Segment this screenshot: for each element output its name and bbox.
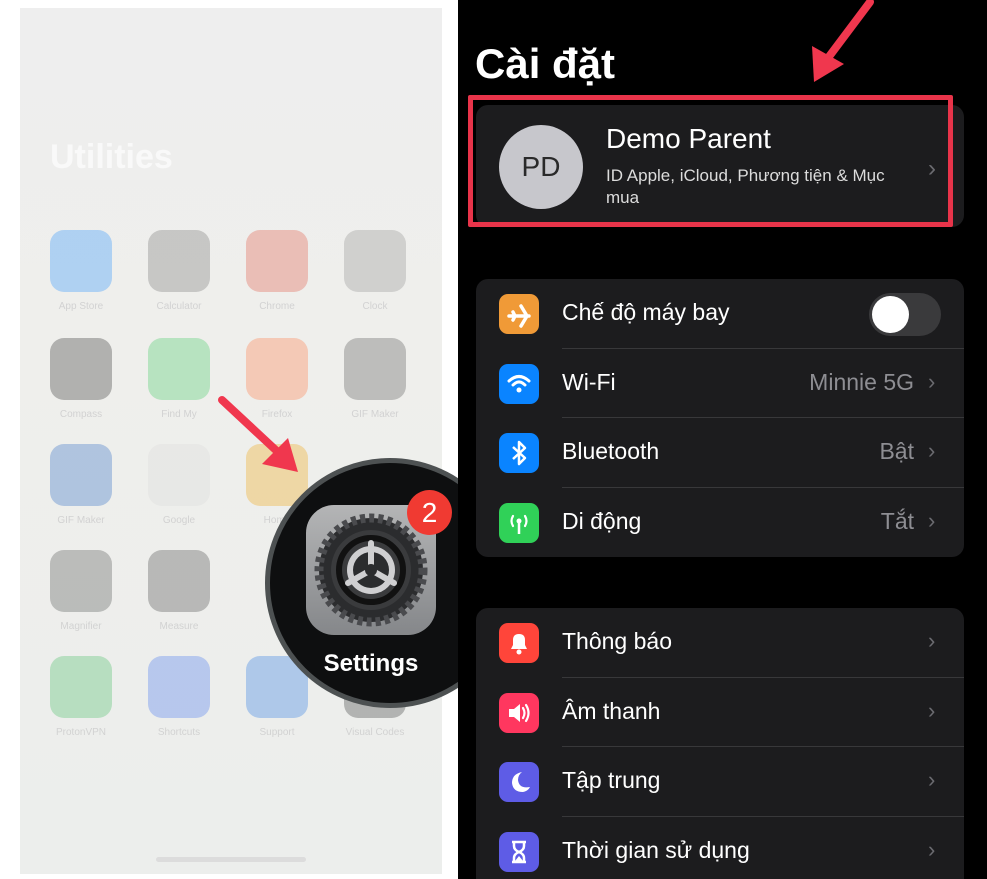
- app-shortcuts[interactable]: Shortcuts: [134, 656, 224, 738]
- app-label: Measure: [159, 621, 199, 632]
- settings-row-label: Tập trung: [562, 767, 661, 793]
- toggle-knob: [872, 296, 909, 333]
- settings-row-value: Tắt: [880, 507, 914, 534]
- pointer-arrow-icon: [812, 0, 874, 82]
- compass-icon: [50, 338, 112, 400]
- settings-row-value: Minnie 5G: [809, 368, 914, 395]
- folder-title: Utilities: [50, 138, 173, 176]
- magnifier-icon: [50, 550, 112, 612]
- settings-row[interactable]: Di động Tắt ›: [476, 488, 964, 558]
- app-label: GIF Maker: [57, 515, 105, 526]
- app-label: ProtonVPN: [55, 727, 107, 738]
- shortcuts-icon: [148, 656, 210, 718]
- connectivity-group: Chế độ máy bay Wi-Fi Minnie 5G › Bluetooth Bậ…: [476, 279, 964, 557]
- gif-maker-icon: [50, 444, 112, 506]
- app-label: Google: [162, 515, 196, 526]
- settings-screen: Cài đặt PD Demo Parent ID Apple, iCloud,…: [458, 0, 987, 879]
- notification-badge: 2: [407, 490, 452, 535]
- app-label: Shortcuts: [157, 727, 201, 738]
- moon-icon: [499, 762, 539, 802]
- settings-row[interactable]: Thời gian sử dụng ›: [476, 817, 964, 879]
- chevron-right-icon: ›: [928, 368, 936, 394]
- chevron-right-icon: ›: [928, 767, 936, 792]
- app-label: Chrome: [259, 301, 295, 312]
- home-indicator: [156, 857, 306, 862]
- chevron-right-icon: ›: [928, 628, 936, 653]
- wifi-icon: [499, 363, 539, 404]
- settings-app-label: Settings: [323, 650, 419, 677]
- pointer-arrow-icon: [218, 396, 298, 472]
- settings-row-value: Bật: [879, 438, 914, 464]
- app-gif-maker[interactable]: GIF Maker: [330, 338, 420, 420]
- app-protonvpn[interactable]: ProtonVPN: [36, 656, 126, 738]
- measure-icon: [148, 550, 210, 612]
- app-measure[interactable]: Measure: [134, 550, 224, 632]
- app-label: Visual Codes: [345, 727, 405, 738]
- app-label: Clock: [362, 301, 388, 312]
- app-label: App Store: [58, 301, 104, 312]
- app-clock[interactable]: Clock: [330, 230, 420, 312]
- app-compass[interactable]: Compass: [36, 338, 126, 420]
- highlight-box: [468, 95, 953, 227]
- app-label: Calculator: [156, 301, 202, 312]
- app-magnifier[interactable]: Magnifier: [36, 550, 126, 632]
- chevron-right-icon: ›: [928, 507, 936, 533]
- airplane-mode-toggle[interactable]: [869, 293, 941, 336]
- hourglass-icon: [499, 831, 539, 872]
- settings-row[interactable]: Tập trung ›: [476, 747, 964, 817]
- settings-row-label: Di động: [562, 507, 642, 534]
- airplane-icon: [499, 294, 539, 334]
- notification-bell-icon: [499, 623, 539, 663]
- speaker-icon: [499, 692, 539, 733]
- app-calculator[interactable]: Calculator: [134, 230, 224, 312]
- app-label: GIF Maker: [351, 409, 399, 420]
- app-label: Support: [259, 727, 295, 738]
- settings-row-label: Thông báo: [562, 628, 672, 654]
- home-screen-panel: Utilities App Store Calculator Chrome Clock…: [0, 0, 458, 879]
- cellular-icon: [499, 502, 539, 543]
- app-store-icon: [50, 230, 112, 292]
- app-label: Compass: [59, 409, 103, 420]
- settings-row[interactable]: Chế độ máy bay: [476, 279, 964, 349]
- settings-row[interactable]: Bluetooth Bật ›: [476, 418, 964, 488]
- settings-row[interactable]: Thông báo ›: [476, 608, 964, 678]
- page-title: Cài đặt: [475, 40, 616, 87]
- app-app-store[interactable]: App Store: [36, 230, 126, 312]
- settings-row[interactable]: Wi-Fi Minnie 5G ›: [476, 349, 964, 418]
- settings-row-label: Wi-Fi: [562, 368, 616, 395]
- chevron-right-icon: ›: [928, 438, 936, 463]
- app-gif-maker[interactable]: GIF Maker: [36, 444, 126, 526]
- bluetooth-icon: [499, 433, 539, 473]
- settings-row-label: Thời gian sử dụng: [562, 836, 750, 863]
- settings-row-label: Chế độ máy bay: [562, 299, 730, 325]
- settings-row[interactable]: Âm thanh ›: [476, 678, 964, 747]
- settings-row-label: Âm thanh: [562, 697, 661, 724]
- settings-row-label: Bluetooth: [562, 438, 660, 464]
- chevron-right-icon: ›: [928, 836, 936, 862]
- notifications-group: Thông báo › Âm thanh › Tập trung › Thời gian s…: [476, 608, 964, 879]
- chrome-icon: [246, 230, 308, 292]
- app-chrome[interactable]: Chrome: [232, 230, 322, 312]
- gif-maker-icon: [344, 338, 406, 400]
- chevron-right-icon: ›: [928, 697, 936, 723]
- clock-icon: [344, 230, 406, 292]
- calculator-icon: [148, 230, 210, 292]
- protonvpn-icon: [50, 656, 112, 718]
- app-label: Magnifier: [60, 621, 102, 632]
